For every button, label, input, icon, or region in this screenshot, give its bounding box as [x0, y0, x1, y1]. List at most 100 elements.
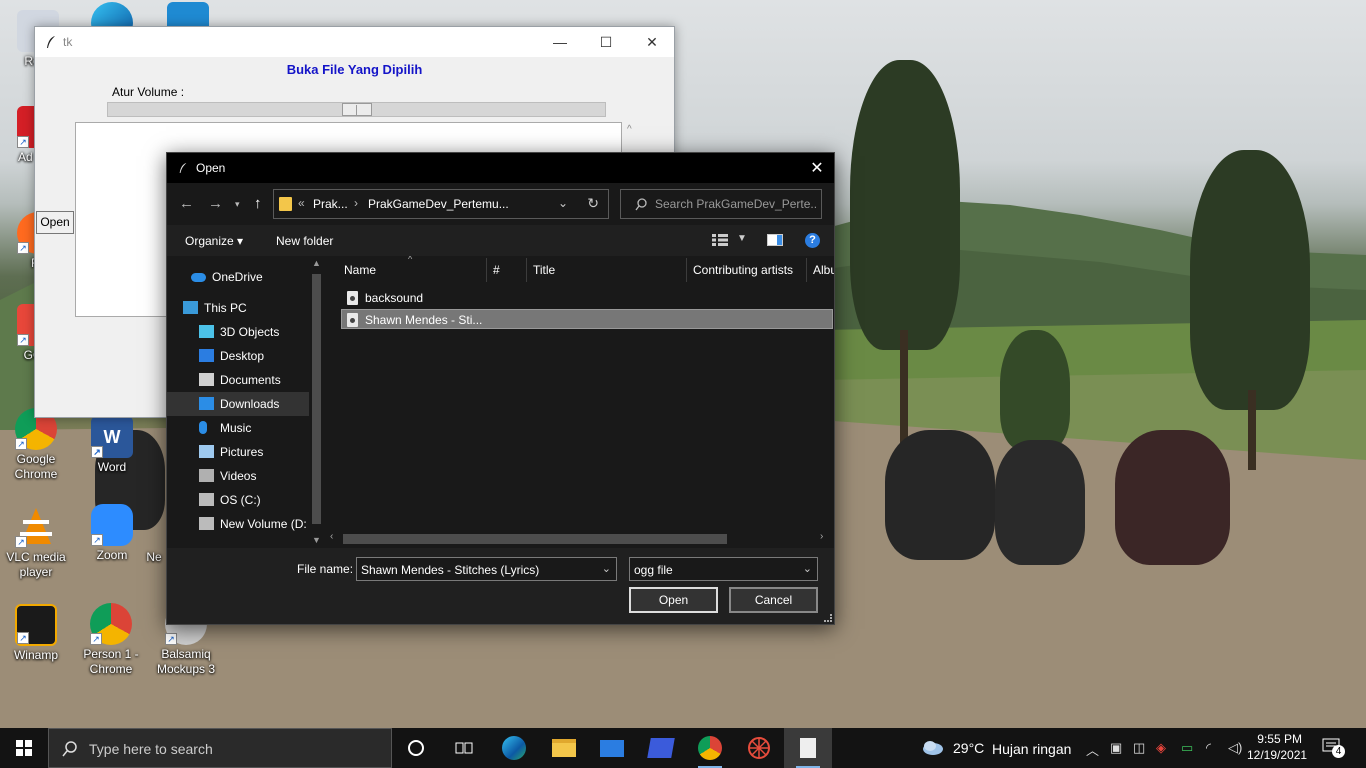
- chevron-down-icon[interactable]: ⌄: [602, 562, 611, 575]
- mcafee-shield-icon[interactable]: ◈: [1156, 740, 1166, 756]
- maximize-button[interactable]: ☐: [583, 27, 629, 57]
- cortana-button[interactable]: [392, 728, 440, 768]
- column-separator[interactable]: [806, 258, 807, 282]
- preview-pane-icon[interactable]: [767, 234, 783, 246]
- nav-item-videos[interactable]: Videos: [167, 464, 309, 488]
- weather-temperature[interactable]: 29°C: [953, 740, 984, 756]
- scroll-down-icon[interactable]: ▼: [312, 535, 321, 545]
- clock-time[interactable]: 9:55 PM: [1252, 732, 1302, 746]
- scrollbar-thumb[interactable]: [343, 534, 727, 544]
- start-button[interactable]: [0, 728, 48, 768]
- address-bar[interactable]: « Prak... › PrakGameDev_Pertemu... ⌄ ↻: [273, 189, 609, 219]
- nav-item-os-c[interactable]: OS (C:): [167, 488, 309, 512]
- minimize-button[interactable]: —: [537, 27, 583, 57]
- column-header-number[interactable]: #: [493, 263, 500, 277]
- file-row[interactable]: backsound: [342, 288, 834, 308]
- up-arrow-icon[interactable]: ↑: [254, 195, 262, 212]
- open-button[interactable]: Open: [629, 587, 718, 613]
- organize-menu[interactable]: Organize ▾: [185, 234, 243, 248]
- taskbar-file-explorer[interactable]: [540, 728, 588, 768]
- desktop-icon-vlc[interactable]: ↗ VLC media player: [0, 506, 74, 580]
- scroll-right-icon[interactable]: ›: [820, 531, 823, 542]
- nav-item-pictures[interactable]: Pictures: [167, 440, 309, 464]
- recent-locations-chevron-icon[interactable]: ▾: [235, 199, 240, 210]
- device-icon[interactable]: ◫: [1133, 740, 1145, 756]
- scroll-left-icon[interactable]: ‹: [330, 531, 333, 542]
- chevron-down-icon[interactable]: ⌄: [803, 562, 812, 575]
- desktop-icon-word[interactable]: W ↗ Word: [74, 416, 150, 475]
- taskbar-spider-app[interactable]: [735, 728, 783, 768]
- resize-grip-icon[interactable]: [824, 614, 832, 622]
- scrollbar-thumb[interactable]: [312, 274, 321, 524]
- cancel-button[interactable]: Cancel: [729, 587, 818, 613]
- dialog-close-button[interactable]: ✕: [800, 153, 834, 183]
- navigation-scrollbar[interactable]: ▲ ▼: [309, 256, 324, 548]
- file-name-input[interactable]: [361, 562, 593, 577]
- webcam-icon[interactable]: ▣: [1110, 740, 1122, 756]
- address-overflow[interactable]: «: [298, 196, 305, 210]
- battery-icon[interactable]: ▭: [1181, 740, 1193, 756]
- wifi-icon[interactable]: ◜: [1206, 740, 1211, 756]
- nav-item-onedrive[interactable]: OneDrive: [167, 265, 309, 289]
- taskbar-search-box[interactable]: Type here to search: [48, 728, 392, 768]
- view-dropdown-icon[interactable]: ▼: [737, 233, 747, 244]
- dialog-titlebar[interactable]: Open ✕: [167, 153, 834, 183]
- column-separator[interactable]: [686, 258, 687, 282]
- nav-item-new-volume-d[interactable]: New Volume (D:: [167, 512, 309, 536]
- volume-icon[interactable]: ◁): [1228, 740, 1242, 756]
- task-view-button[interactable]: [440, 728, 488, 768]
- file-type-select[interactable]: ogg file ⌄: [629, 557, 818, 581]
- refresh-icon[interactable]: ↻: [587, 195, 599, 212]
- view-options-icon[interactable]: [712, 234, 728, 246]
- forward-arrow-icon[interactable]: →: [208, 195, 223, 212]
- taskbar-edge[interactable]: [490, 728, 538, 768]
- folder-icon: [279, 197, 292, 211]
- taskbar-mail[interactable]: [588, 728, 636, 768]
- horizontal-scrollbar[interactable]: ‹ ›: [326, 530, 834, 547]
- open-file-dialog[interactable]: Open ✕ ← → ▾ ↑ « Prak... › PrakGameDev_P…: [166, 152, 835, 625]
- tray-chevron-up-icon[interactable]: ︿: [1086, 740, 1099, 759]
- desktop-icon-chrome[interactable]: ↗ Google Chrome: [0, 408, 74, 482]
- taskbar-app-blue[interactable]: [637, 728, 685, 768]
- column-header-title[interactable]: Title: [533, 263, 555, 277]
- navigation-pane[interactable]: OneDrive This PC 3D Objects Desktop Document…: [167, 256, 324, 548]
- help-icon[interactable]: ?: [805, 233, 820, 248]
- column-header-album[interactable]: Albu: [813, 263, 834, 277]
- column-header-name[interactable]: Name: [344, 263, 376, 277]
- scroll-up-icon[interactable]: ▲: [312, 258, 321, 268]
- file-name-combobox[interactable]: ⌄: [356, 557, 617, 581]
- address-segment[interactable]: Prak...: [313, 197, 348, 211]
- address-dropdown-icon[interactable]: ⌄: [558, 196, 568, 210]
- nav-item-desktop[interactable]: Desktop: [167, 344, 309, 368]
- volume-slider[interactable]: [107, 102, 606, 117]
- nav-item-documents[interactable]: Documents: [167, 368, 309, 392]
- desktop-icon-winamp[interactable]: ↗ Winamp: [0, 604, 74, 663]
- new-folder-button[interactable]: New folder: [276, 234, 333, 248]
- weather-description[interactable]: Hujan ringan: [992, 741, 1071, 757]
- column-header-contributing-artists[interactable]: Contributing artists: [693, 263, 793, 277]
- volume-slider-thumb[interactable]: [342, 103, 372, 116]
- close-button[interactable]: ✕: [629, 27, 675, 57]
- address-segment[interactable]: PrakGameDev_Pertemu...: [368, 197, 509, 211]
- search-box[interactable]: [620, 189, 822, 219]
- desktop-icon-chrome-person[interactable]: ↗ Person 1 - Chrome: [73, 603, 149, 677]
- nav-item-3d-objects[interactable]: 3D Objects: [167, 320, 309, 344]
- column-separator[interactable]: [486, 258, 487, 282]
- taskbar-chrome[interactable]: [686, 728, 734, 768]
- notification-center-button[interactable]: 4: [1322, 738, 1345, 758]
- back-arrow-icon[interactable]: ←: [179, 195, 194, 212]
- column-separator[interactable]: [526, 258, 527, 282]
- tk-titlebar[interactable]: tk — ☐ ✕: [35, 27, 674, 57]
- weather-cloud-icon[interactable]: [921, 739, 945, 757]
- nav-item-downloads[interactable]: Downloads: [167, 392, 309, 416]
- file-row[interactable]: Shawn Mendes - Sti...: [341, 309, 833, 329]
- tk-open-button[interactable]: Open: [36, 211, 74, 234]
- file-list-pane[interactable]: Name ^ # Title Contributing artists Albu…: [326, 256, 834, 548]
- clock-date[interactable]: 12/19/2021: [1247, 748, 1307, 762]
- taskbar-tk-app[interactable]: [784, 728, 832, 768]
- nav-item-music[interactable]: Music: [167, 416, 309, 440]
- nav-item-this-pc[interactable]: This PC: [167, 296, 309, 320]
- scroll-up-icon[interactable]: ^: [627, 124, 632, 135]
- search-input[interactable]: [655, 196, 817, 212]
- winamp-lightning-icon: ↗: [15, 604, 57, 646]
